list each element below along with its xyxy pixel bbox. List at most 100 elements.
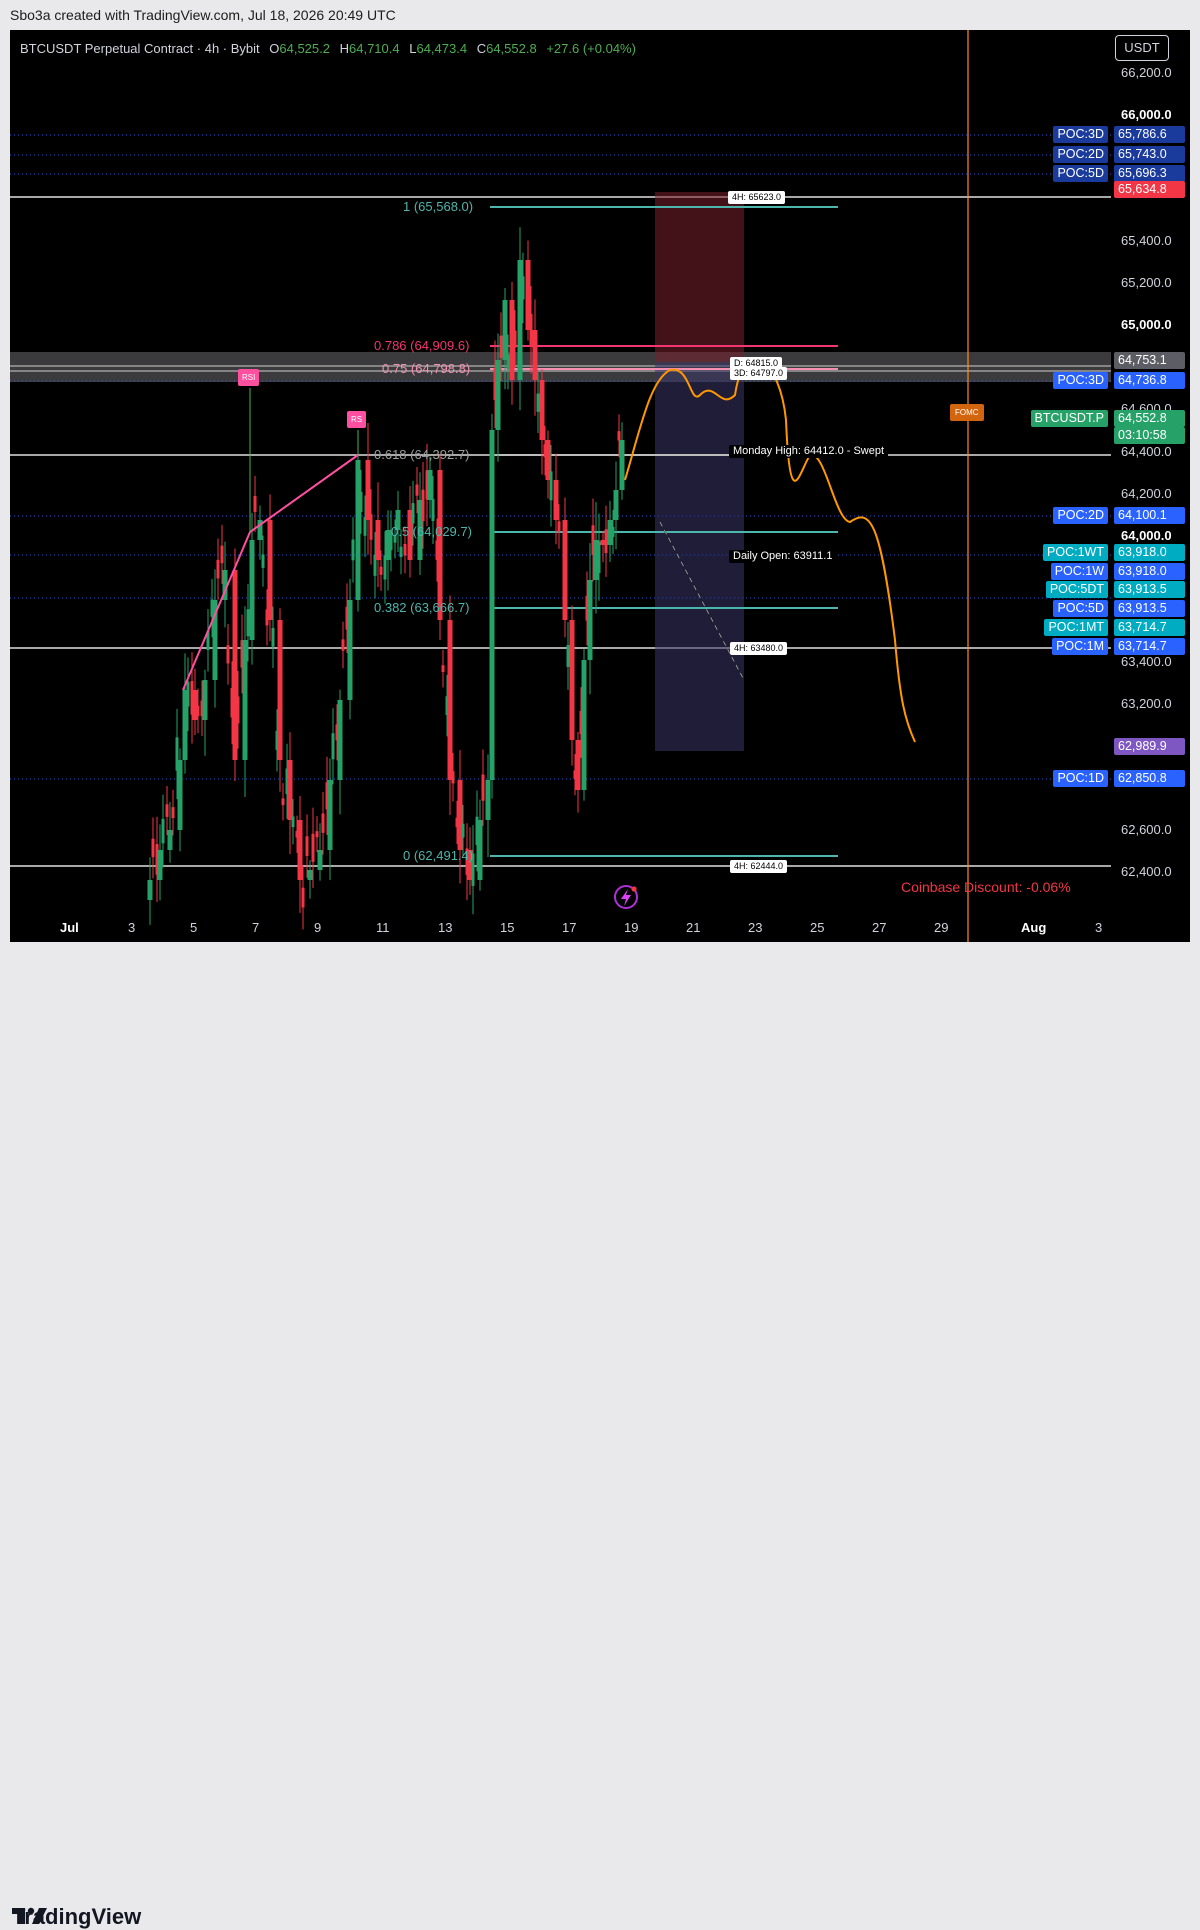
price-tag-value[interactable]: 62,989.9 bbox=[1114, 738, 1185, 755]
candle-body bbox=[341, 639, 345, 651]
candle-body bbox=[451, 771, 455, 784]
candle-body bbox=[619, 440, 625, 490]
price-tag-name[interactable]: POC:1MT bbox=[1044, 619, 1108, 636]
candle-body bbox=[161, 818, 165, 844]
price-tag-value[interactable]: 65,743.0 bbox=[1114, 146, 1185, 163]
candle-body bbox=[365, 460, 371, 520]
candle-body bbox=[202, 680, 208, 720]
footer: TradingView bbox=[0, 942, 1200, 1929]
candle-body bbox=[437, 470, 443, 620]
price-tag-value[interactable]: 62,850.8 bbox=[1114, 770, 1185, 787]
price-tick-label: 66,000.0 bbox=[1121, 107, 1172, 122]
time-tick-label: Jul bbox=[60, 920, 79, 935]
price-tag-value[interactable]: 64,753.1 bbox=[1114, 352, 1185, 369]
candle-body bbox=[267, 520, 273, 620]
price-tag-value[interactable]: 64,100.1 bbox=[1114, 507, 1185, 524]
symbol-title[interactable]: BTCUSDT Perpetual Contract · 4h · Bybit bbox=[20, 41, 260, 56]
price-tag-value[interactable]: 65,696.3 bbox=[1114, 165, 1185, 182]
candle-body bbox=[575, 740, 581, 790]
candle-body bbox=[216, 559, 220, 579]
price-tag-name[interactable]: POC:3D bbox=[1053, 372, 1108, 389]
price-tick-label: 64,000.0 bbox=[1121, 528, 1172, 543]
candle-body bbox=[375, 520, 381, 560]
price-tick-label: 64,200.0 bbox=[1121, 486, 1172, 501]
candle-body bbox=[287, 760, 293, 820]
price-tag-name[interactable]: POC:1M bbox=[1052, 638, 1108, 655]
candle-body bbox=[307, 870, 313, 880]
candle-body bbox=[411, 503, 415, 524]
candle-body bbox=[617, 431, 621, 441]
ohlc-legend: BTCUSDT Perpetual Contract · 4h · Bybit … bbox=[20, 41, 636, 56]
time-tick-label: 17 bbox=[562, 920, 577, 935]
price-plot[interactable] bbox=[10, 30, 1111, 942]
price-tag-name[interactable]: POC:1W bbox=[1050, 563, 1108, 580]
candle-body bbox=[167, 830, 173, 850]
candle-body bbox=[513, 330, 517, 348]
candle-body bbox=[431, 499, 435, 521]
chart-pane[interactable] bbox=[10, 30, 1111, 942]
h4-high-label: 4H: 65623.0 bbox=[728, 191, 786, 204]
candle-body bbox=[613, 490, 619, 520]
time-axis[interactable]: Jul 3 5 7 9 11 13 15 17 19 21 23 25 27 29 Aug 3 bbox=[10, 915, 1111, 942]
price-tag-value[interactable]: 63,913.5 bbox=[1114, 581, 1185, 598]
currency-button[interactable]: USDT bbox=[1115, 35, 1169, 61]
price-tag-value[interactable]: 65,634.8 bbox=[1114, 181, 1185, 198]
price-tag-value[interactable]: 63,913.5 bbox=[1114, 600, 1185, 617]
fib-level-label: 0.75 (64,798.8) bbox=[382, 361, 471, 376]
candle-body bbox=[261, 554, 265, 568]
price-tag-name[interactable]: POC:5D bbox=[1053, 165, 1108, 182]
time-tick-label: 3 bbox=[128, 920, 136, 935]
time-tick-label: 9 bbox=[314, 920, 322, 935]
supply-box bbox=[655, 192, 744, 362]
candle-body bbox=[566, 645, 570, 667]
price-tag-value[interactable]: 64,736.8 bbox=[1114, 372, 1185, 389]
h4-low-label: 4H: 62444.0 bbox=[730, 860, 788, 873]
candle-body bbox=[441, 665, 445, 672]
h4-mid-label: 4H: 63480.0 bbox=[730, 642, 788, 655]
candle-body bbox=[236, 696, 240, 724]
price-tag-name[interactable]: POC:5D bbox=[1053, 600, 1108, 617]
fib-level-label: 0 (62,491.4) bbox=[403, 848, 474, 863]
price-tag-name[interactable]: POC:1WT bbox=[1043, 544, 1108, 561]
price-tag-name[interactable]: POC:5DT bbox=[1045, 581, 1108, 598]
price-tag-value[interactable]: 64,552.8 bbox=[1114, 410, 1185, 427]
price-tick-label: 64,400.0 bbox=[1121, 444, 1172, 459]
candle-body bbox=[271, 627, 275, 647]
price-tick-label: 66,200.0 bbox=[1121, 65, 1172, 80]
candle-body bbox=[521, 276, 525, 300]
tradingview-logo[interactable]: TradingView bbox=[12, 1904, 141, 1930]
close-value: 64,552.8 bbox=[486, 41, 537, 56]
low-value: 64,473.4 bbox=[416, 41, 468, 56]
price-tag-value[interactable]: 63,714.7 bbox=[1114, 619, 1185, 636]
price-tag-name[interactable]: POC:3D bbox=[1053, 126, 1108, 143]
price-tag-value[interactable]: 63,918.0 bbox=[1114, 563, 1185, 580]
price-tick-label: 62,600.0 bbox=[1121, 822, 1172, 837]
candle-body bbox=[355, 460, 361, 600]
price-tag-name[interactable]: POC:1D bbox=[1053, 770, 1108, 787]
tradingview-icon bbox=[12, 1907, 47, 1924]
candle-body bbox=[581, 660, 587, 790]
time-tick-label: Aug bbox=[1021, 920, 1047, 935]
price-tag-name[interactable]: POC:2D bbox=[1053, 146, 1108, 163]
price-tick-label: 65,000.0 bbox=[1121, 317, 1172, 332]
price-tick-label: 63,200.0 bbox=[1121, 696, 1172, 711]
candle-body bbox=[242, 640, 248, 760]
lightning-icon bbox=[614, 885, 638, 909]
candle-body bbox=[569, 620, 575, 740]
open-value: 64,525.2 bbox=[279, 41, 330, 56]
candle-body bbox=[506, 354, 510, 370]
candle-body bbox=[477, 820, 483, 880]
price-tag-value[interactable]: 63,918.0 bbox=[1114, 544, 1185, 561]
fib-level-label: 1 (65,568.0) bbox=[403, 199, 474, 214]
candle-body bbox=[489, 430, 495, 780]
candle-body bbox=[196, 705, 200, 716]
candle-body bbox=[177, 760, 183, 830]
candle-body bbox=[171, 807, 175, 819]
candle-body bbox=[427, 470, 433, 500]
price-tag-name[interactable]: POC:2D bbox=[1053, 507, 1108, 524]
price-tag-value[interactable]: 63,714.7 bbox=[1114, 638, 1185, 655]
fib-level-label: 0.786 (64,909.6) bbox=[374, 338, 470, 353]
price-tag-name[interactable]: BTCUSDT.P bbox=[1030, 410, 1108, 427]
candle-body bbox=[147, 880, 153, 900]
price-tag-value[interactable]: 65,786.6 bbox=[1114, 126, 1185, 143]
